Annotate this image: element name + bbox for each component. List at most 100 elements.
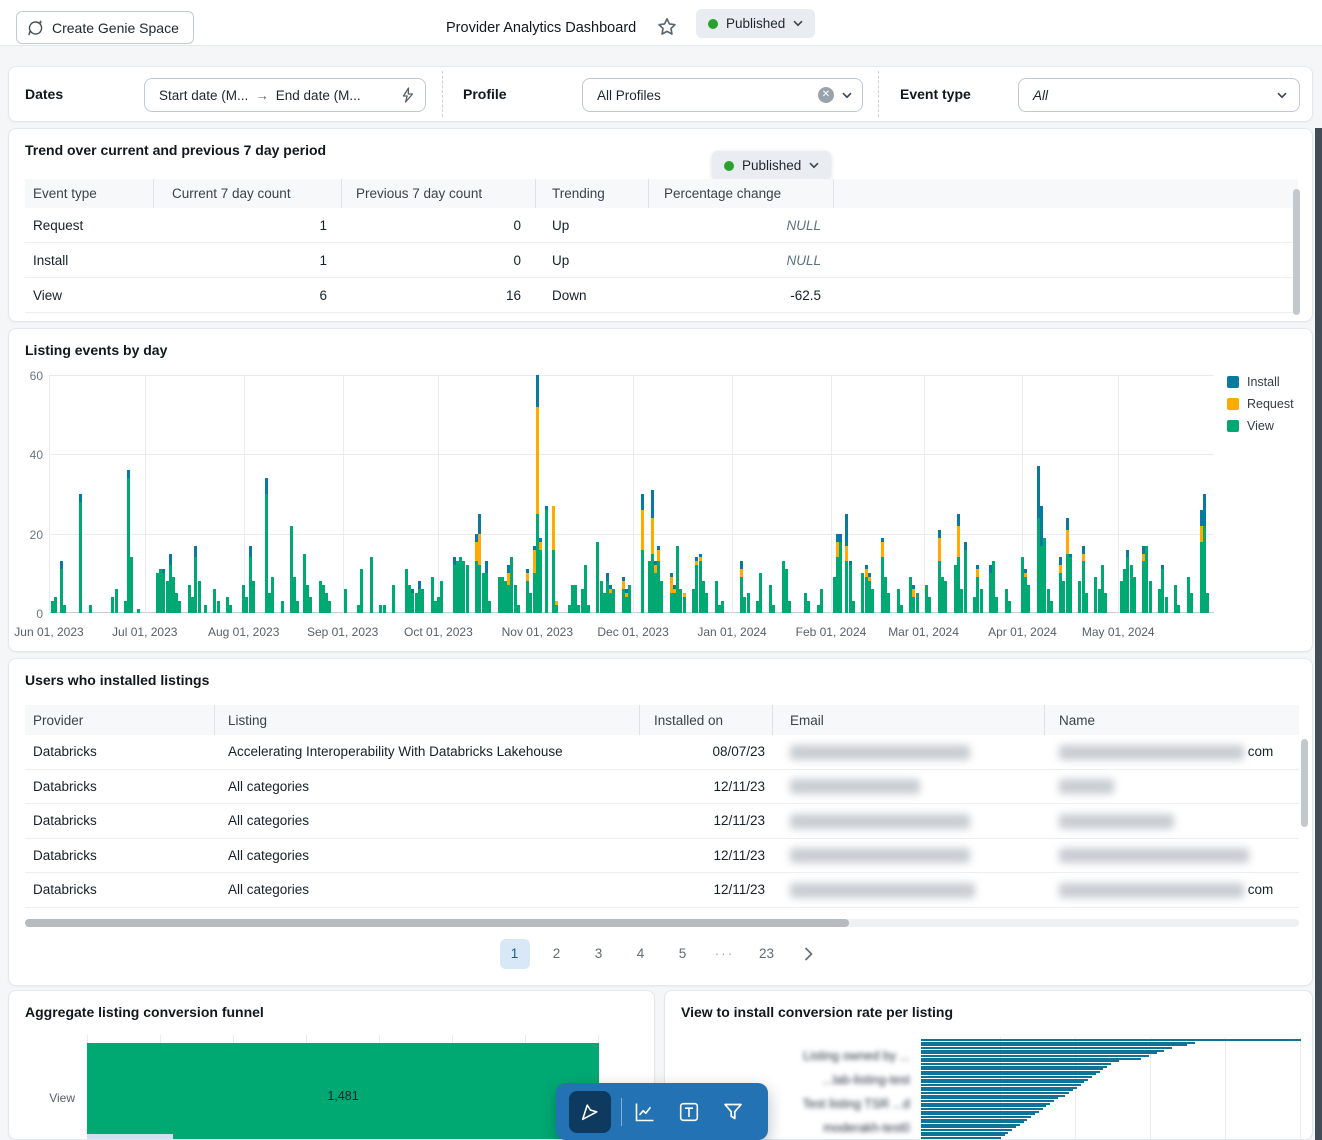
stacked-bar — [787, 601, 791, 613]
bar-segment — [417, 581, 421, 590]
page-button[interactable]: 4 — [626, 939, 656, 969]
stacked-bar — [545, 505, 549, 613]
trend-table-header: Event type Current 7 day count Previous 7 … — [25, 179, 1298, 208]
text-box-icon — [679, 1102, 699, 1121]
bar-segment — [551, 505, 555, 550]
trend-vertical-scrollbar[interactable] — [1293, 189, 1300, 315]
bar-segment — [851, 601, 855, 613]
publish-status-dropdown[interactable]: Published — [696, 9, 816, 38]
table-row: Databricks All categories 12/11/23 — [25, 804, 1299, 839]
filter-separator — [442, 71, 443, 117]
trend-trending-cell: Up — [552, 252, 570, 268]
page-button[interactable]: 23 — [752, 939, 782, 969]
bar-segment — [526, 569, 530, 574]
redacted-name — [1059, 813, 1174, 829]
bar-segment — [746, 593, 750, 613]
stacked-bar — [487, 601, 491, 613]
date-range-input[interactable]: Start date (M... → End date (M... — [144, 78, 426, 112]
legend-item: Install — [1227, 371, 1294, 393]
bar-segment — [516, 605, 520, 613]
bar-segment — [612, 589, 616, 613]
stacked-bar — [1206, 593, 1210, 613]
bar-segment — [867, 573, 871, 578]
bar-segment — [787, 601, 791, 613]
bar-segment — [360, 569, 364, 613]
x-tick-label: Jul 01, 2023 — [112, 625, 178, 639]
y-tick-label: 20 — [29, 527, 43, 542]
stacked-bar — [1164, 597, 1168, 613]
installed-on-cell: 12/11/23 — [713, 778, 765, 794]
bar-segment — [963, 549, 967, 613]
publish-status-label: Published — [726, 16, 786, 31]
conversion-bar — [921, 1137, 1001, 1139]
stacked-bar — [130, 557, 134, 613]
stacked-bar — [1008, 601, 1012, 613]
events-chart-plot — [49, 375, 1214, 613]
redacted-email — [790, 848, 970, 864]
next-page-button[interactable] — [794, 939, 824, 969]
bar-segment — [772, 605, 776, 613]
stacked-bar — [369, 557, 373, 613]
chevron-right-icon — [804, 947, 813, 961]
bar-segment — [606, 573, 610, 582]
users-table-title: Users who installed listings — [25, 672, 210, 688]
page-button[interactable]: 5 — [668, 939, 698, 969]
stacked-bar — [344, 589, 348, 613]
stacked-bar — [296, 601, 300, 613]
stacked-bar — [1132, 577, 1136, 613]
bar-segment — [864, 565, 868, 570]
stacked-bar — [1190, 593, 1194, 613]
bar-segment — [248, 545, 252, 558]
bar-segment — [1081, 553, 1085, 562]
email-cell-redacted — [773, 882, 1045, 898]
gridline — [633, 375, 635, 613]
bar-segment — [535, 375, 539, 407]
name-cell-redacted — [1045, 778, 1299, 795]
toolbar-divider — [621, 1097, 622, 1126]
bar-segment — [539, 541, 543, 550]
event-type-select[interactable]: All — [1018, 78, 1300, 112]
table-row: Request 1 0 Up NULL — [25, 208, 1298, 243]
stacked-bar — [759, 573, 763, 613]
listing-cell: All categories — [228, 882, 310, 898]
bar-segment — [650, 517, 654, 554]
stacked-bar — [516, 605, 520, 613]
page-button[interactable]: 3 — [584, 939, 614, 969]
stacked-bar — [1049, 601, 1053, 613]
create-genie-space-button[interactable]: Create Genie Space — [16, 11, 194, 44]
bar-segment — [79, 494, 83, 502]
bar-segment — [641, 509, 645, 550]
page-button[interactable]: 1 — [499, 939, 530, 969]
page-button[interactable]: 2 — [542, 939, 572, 969]
chart-tool-button[interactable] — [624, 1091, 666, 1133]
bar-segment — [1161, 565, 1165, 570]
users-horizontal-scrollbar-track[interactable] — [25, 919, 1299, 927]
stacked-bar — [392, 585, 396, 613]
x-tick-label: Nov 01, 2023 — [501, 625, 574, 639]
favorite-star-icon[interactable] — [656, 16, 678, 38]
x-tick-label: Dec 01, 2023 — [597, 625, 669, 639]
bar-segment — [586, 605, 590, 613]
profile-select[interactable]: All Profiles ✕ — [582, 78, 863, 112]
trend-published-dropdown[interactable]: Published — [712, 151, 832, 180]
stacked-bar — [551, 505, 555, 613]
stacked-bar — [586, 605, 590, 613]
redacted-name — [1059, 882, 1244, 898]
bar-segment — [296, 601, 300, 613]
bar-segment — [957, 525, 961, 558]
filter-separator — [878, 71, 879, 117]
stacked-bar — [720, 601, 724, 613]
legend-swatch — [1227, 376, 1239, 388]
text-tool-button[interactable] — [668, 1091, 710, 1133]
clear-profile-icon[interactable]: ✕ — [818, 87, 834, 103]
bar-segment — [1068, 553, 1072, 558]
gridline — [243, 375, 245, 613]
cursor-tool-button[interactable] — [569, 1090, 611, 1133]
redacted-listing-label: Listing owned by ... — [802, 1049, 910, 1063]
users-horizontal-scrollbar-thumb[interactable] — [25, 919, 849, 927]
filter-tool-button[interactable] — [712, 1091, 754, 1133]
users-vertical-scrollbar[interactable] — [1301, 739, 1308, 827]
redacted-name — [1059, 848, 1249, 864]
bar-segment — [1206, 593, 1210, 613]
table-row: Databricks All categories 12/11/23 com — [25, 873, 1299, 908]
